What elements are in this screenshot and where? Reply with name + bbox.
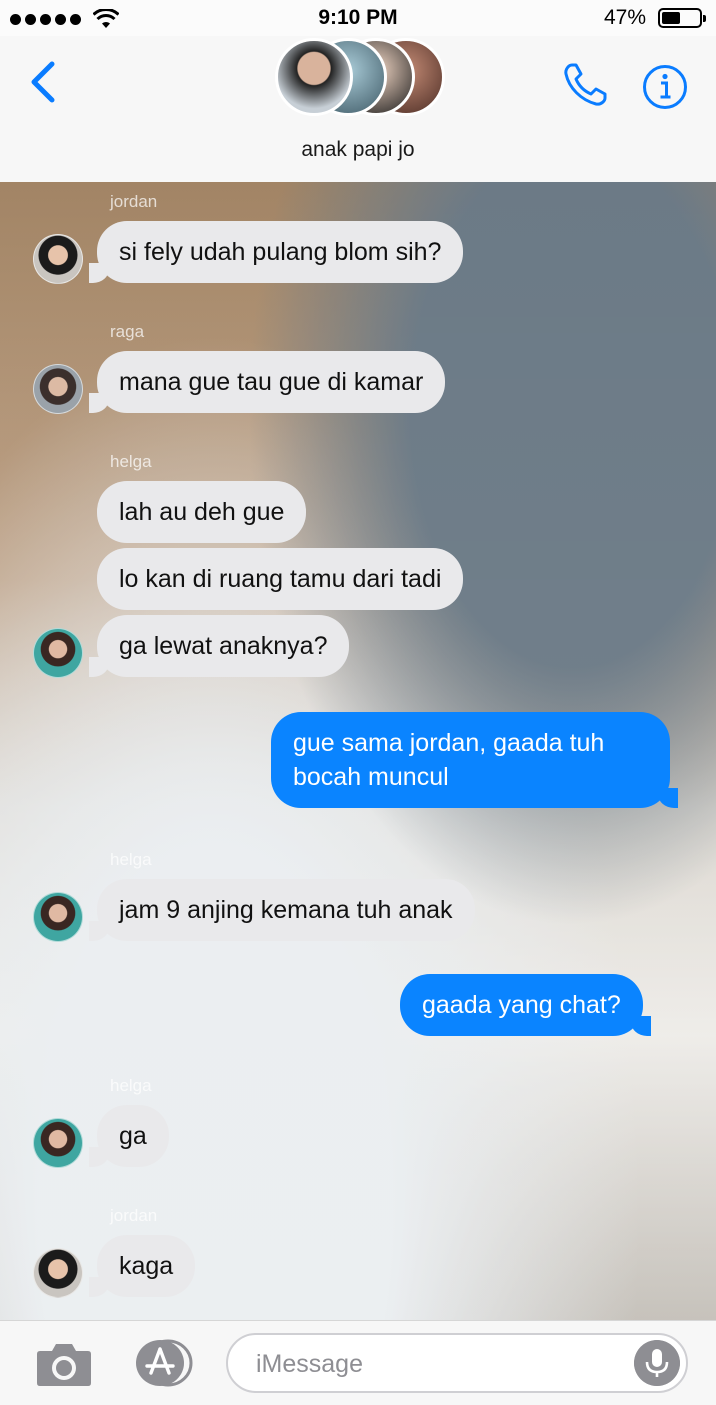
message-list[interactable]: jordan si fely udah pulang blom sih? rag…	[0, 182, 716, 1320]
sender-name: helga	[110, 452, 152, 471]
compose-bar	[0, 1320, 716, 1405]
avatar	[33, 892, 83, 942]
sender-name: raga	[110, 322, 145, 341]
message-bubble[interactable]: si fely udah pulang blom sih?	[88, 221, 464, 283]
app-store-icon[interactable]	[130, 1339, 194, 1387]
message-bubble[interactable]: ga lewat anaknya?	[88, 615, 350, 677]
info-icon[interactable]	[642, 64, 688, 110]
avatar	[33, 364, 83, 414]
message-bubble[interactable]: ga	[89, 1105, 169, 1167]
battery-percentage: 47%	[603, 6, 646, 29]
conversation-header: anak papi jo	[0, 36, 716, 183]
message-input[interactable]	[254, 1343, 618, 1385]
sender-name: helga	[110, 850, 152, 869]
message-bubble-outgoing[interactable]: gaada yang chat?	[400, 974, 651, 1036]
message-bubble[interactable]: kaga	[88, 1235, 196, 1297]
sender-name: jordan	[110, 1206, 158, 1225]
sender-name: jordan	[110, 192, 158, 211]
message-bubble-outgoing[interactable]: gue sama jordan, gaada tuh bocah muncul	[271, 712, 678, 808]
message-bubble[interactable]: mana gue tau gue di kamar	[88, 351, 446, 413]
avatar	[33, 628, 83, 678]
avatar	[33, 234, 83, 284]
phone-icon[interactable]	[560, 60, 610, 110]
sender-name: helga	[110, 1076, 152, 1095]
avatar	[33, 1248, 83, 1298]
message-field[interactable]	[226, 1333, 688, 1393]
message-bubble[interactable]: lah au deh gue	[97, 481, 307, 543]
battery-icon	[658, 8, 706, 28]
group-name[interactable]: anak papi jo	[0, 138, 716, 162]
avatar	[33, 1118, 83, 1168]
camera-icon[interactable]	[36, 1341, 92, 1387]
status-bar: 9:10 PM 47%	[0, 0, 716, 36]
message-bubble[interactable]: lo kan di ruang tamu dari tadi	[97, 548, 464, 610]
avatar	[275, 38, 353, 116]
message-bubble[interactable]: jam 9 anjing kemana tuh anak	[89, 879, 475, 941]
microphone-icon[interactable]	[634, 1340, 680, 1386]
group-avatars[interactable]	[275, 38, 445, 120]
back-chevron-icon[interactable]	[24, 58, 64, 106]
